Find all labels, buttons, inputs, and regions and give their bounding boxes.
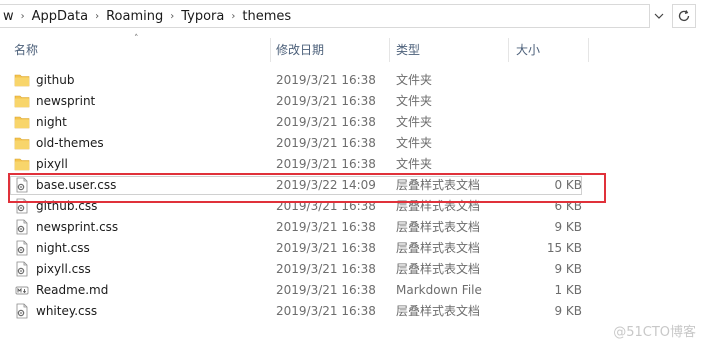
breadcrumb[interactable]: w › AppData › Roaming › Typora › themes: [0, 4, 650, 28]
file-row[interactable]: github 2019/3/21 16:38 文件夹: [0, 70, 704, 91]
file-type: 文件夹: [396, 136, 433, 150]
folder-icon: [14, 93, 30, 109]
column-header-label: 类型: [396, 42, 421, 57]
file-row[interactable]: pixyll.css 2019/3/21 16:38 层叠样式表文档 9 KB: [0, 259, 704, 280]
file-date-modified: 2019/3/21 16:38: [276, 115, 376, 129]
file-name: whitey.css: [36, 304, 98, 318]
file-type: 文件夹: [396, 157, 433, 171]
breadcrumb-label: Roaming: [106, 8, 164, 24]
refresh-button[interactable]: [672, 4, 696, 28]
file-name: newsprint: [36, 94, 96, 108]
file-type: 层叠样式表文档: [396, 220, 481, 234]
column-divider[interactable]: [270, 38, 271, 62]
file-size: 9 KB: [554, 262, 582, 276]
breadcrumb-label: AppData: [31, 8, 89, 24]
breadcrumb-label: w: [3, 8, 14, 24]
address-bar: w › AppData › Roaming › Typora › themes: [0, 0, 704, 32]
file-row[interactable]: whitey.css 2019/3/21 16:38 层叠样式表文档 9 KB: [0, 301, 704, 322]
folder-icon: [14, 114, 30, 130]
css-file-icon: [14, 240, 30, 256]
file-date-modified: 2019/3/21 16:38: [276, 94, 376, 108]
file-type: Markdown File: [396, 283, 482, 297]
column-header-date[interactable]: 修改日期: [276, 36, 388, 62]
address-dropdown-button[interactable]: [650, 4, 668, 28]
file-size: 9 KB: [554, 304, 582, 318]
breadcrumb-item[interactable]: Typora: [181, 9, 224, 24]
file-row[interactable]: Readme.md 2019/3/21 16:38 Markdown File 1 K…: [0, 280, 704, 301]
file-name: old-themes: [36, 136, 104, 150]
file-row[interactable]: night.css 2019/3/21 16:38 层叠样式表文档 15 KB: [0, 238, 704, 259]
breadcrumb-item[interactable]: AppData: [32, 9, 88, 24]
column-header-name[interactable]: 名称: [14, 36, 270, 62]
chevron-right-icon[interactable]: ›: [88, 11, 106, 22]
column-header-row: 名称 ˄ 修改日期 类型 大小: [0, 34, 704, 62]
folder-icon: [14, 72, 30, 88]
file-size: 9 KB: [554, 220, 582, 234]
chevron-down-icon: [654, 13, 664, 19]
file-date-modified: 2019/3/21 16:38: [276, 262, 376, 276]
file-type: 文件夹: [396, 94, 433, 108]
column-header-size[interactable]: 大小: [516, 36, 586, 62]
column-header-label: 修改日期: [276, 42, 325, 57]
file-date-modified: 2019/3/21 16:38: [276, 157, 376, 171]
highlight-annotation: [8, 173, 606, 203]
file-name: pixyll: [36, 157, 68, 171]
file-name: night.css: [36, 241, 90, 255]
watermark: @51CTO博客: [613, 325, 696, 340]
refresh-icon: [678, 10, 690, 22]
file-type: 文件夹: [396, 115, 433, 129]
css-file-icon: [14, 219, 30, 235]
file-row[interactable]: old-themes 2019/3/21 16:38 文件夹: [0, 133, 704, 154]
file-row[interactable]: pixyll 2019/3/21 16:38 文件夹: [0, 154, 704, 175]
column-divider[interactable]: [508, 38, 509, 62]
file-name: pixyll.css: [36, 262, 91, 276]
file-date-modified: 2019/3/21 16:38: [276, 136, 376, 150]
file-name: newsprint.css: [36, 220, 119, 234]
file-type: 层叠样式表文档: [396, 262, 481, 276]
breadcrumb-item[interactable]: themes: [242, 9, 291, 24]
file-name: github: [36, 73, 75, 87]
column-header-label: 名称: [14, 42, 39, 57]
column-header-type[interactable]: 类型: [396, 36, 506, 62]
breadcrumb-label: Typora: [181, 8, 225, 24]
sort-ascending-icon: ˄: [134, 34, 139, 44]
breadcrumb-item[interactable]: Roaming: [106, 9, 163, 24]
file-size: 15 KB: [546, 241, 582, 255]
file-name: Readme.md: [36, 283, 109, 297]
file-date-modified: 2019/3/21 16:38: [276, 241, 376, 255]
file-date-modified: 2019/3/21 16:38: [276, 283, 376, 297]
column-divider[interactable]: [389, 38, 390, 62]
column-divider[interactable]: [588, 38, 589, 62]
file-name: night: [36, 115, 67, 129]
chevron-right-icon[interactable]: ›: [14, 11, 32, 22]
column-header-label: 大小: [516, 42, 541, 57]
breadcrumb-label: themes: [242, 8, 292, 24]
chevron-right-icon[interactable]: ›: [163, 11, 181, 22]
file-date-modified: 2019/3/21 16:38: [276, 304, 376, 318]
file-type: 层叠样式表文档: [396, 241, 481, 255]
file-size: 1 KB: [554, 283, 582, 297]
file-date-modified: 2019/3/21 16:38: [276, 220, 376, 234]
file-type: 层叠样式表文档: [396, 304, 481, 318]
folder-icon: [14, 135, 30, 151]
file-row[interactable]: night 2019/3/21 16:38 文件夹: [0, 112, 704, 133]
chevron-right-icon[interactable]: ›: [224, 11, 242, 22]
css-file-icon: [14, 261, 30, 277]
markdown-file-icon: [14, 282, 30, 298]
file-date-modified: 2019/3/21 16:38: [276, 73, 376, 87]
file-row[interactable]: newsprint.css 2019/3/21 16:38 层叠样式表文档 9 KB: [0, 217, 704, 238]
css-file-icon: [14, 303, 30, 319]
file-row[interactable]: newsprint 2019/3/21 16:38 文件夹: [0, 91, 704, 112]
folder-icon: [14, 156, 30, 172]
breadcrumb-item[interactable]: w: [3, 9, 14, 24]
file-type: 文件夹: [396, 73, 433, 87]
